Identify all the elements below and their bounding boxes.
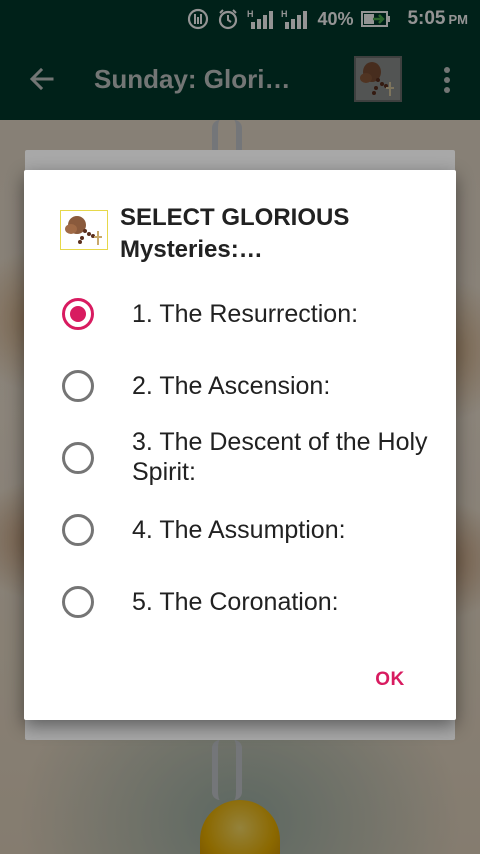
mystery-option-label: 3. The Descent of the Holy Spirit: xyxy=(132,428,428,486)
mystery-option-assumption[interactable]: 4. The Assumption: xyxy=(24,514,456,546)
radio-button[interactable] xyxy=(62,370,94,402)
mystery-option-label: 4. The Assumption: xyxy=(132,516,346,544)
mystery-option-ascension[interactable]: 2. The Ascension: xyxy=(24,370,456,402)
mystery-option-descent-of-holy-spirit[interactable]: 3. The Descent of the Holy Spirit: xyxy=(24,428,456,486)
select-mystery-dialog: SELECT GLORIOUS Mysteries:… 1. The Resur… xyxy=(24,170,456,720)
radio-button[interactable] xyxy=(62,442,94,474)
rosary-icon xyxy=(60,210,108,250)
mystery-option-label: 1. The Resurrection: xyxy=(132,300,359,328)
radio-button-checked[interactable] xyxy=(62,298,94,330)
mystery-option-resurrection[interactable]: 1. The Resurrection: xyxy=(24,298,456,330)
radio-button[interactable] xyxy=(62,586,94,618)
ok-button[interactable]: OK xyxy=(360,660,420,700)
mystery-option-label: 2. The Ascension: xyxy=(132,372,331,400)
radio-button[interactable] xyxy=(62,514,94,546)
mystery-option-label: 5. The Coronation: xyxy=(132,588,339,616)
mystery-option-coronation[interactable]: 5. The Coronation: xyxy=(24,586,456,618)
dialog-title: SELECT GLORIOUS Mysteries:… xyxy=(120,204,350,263)
